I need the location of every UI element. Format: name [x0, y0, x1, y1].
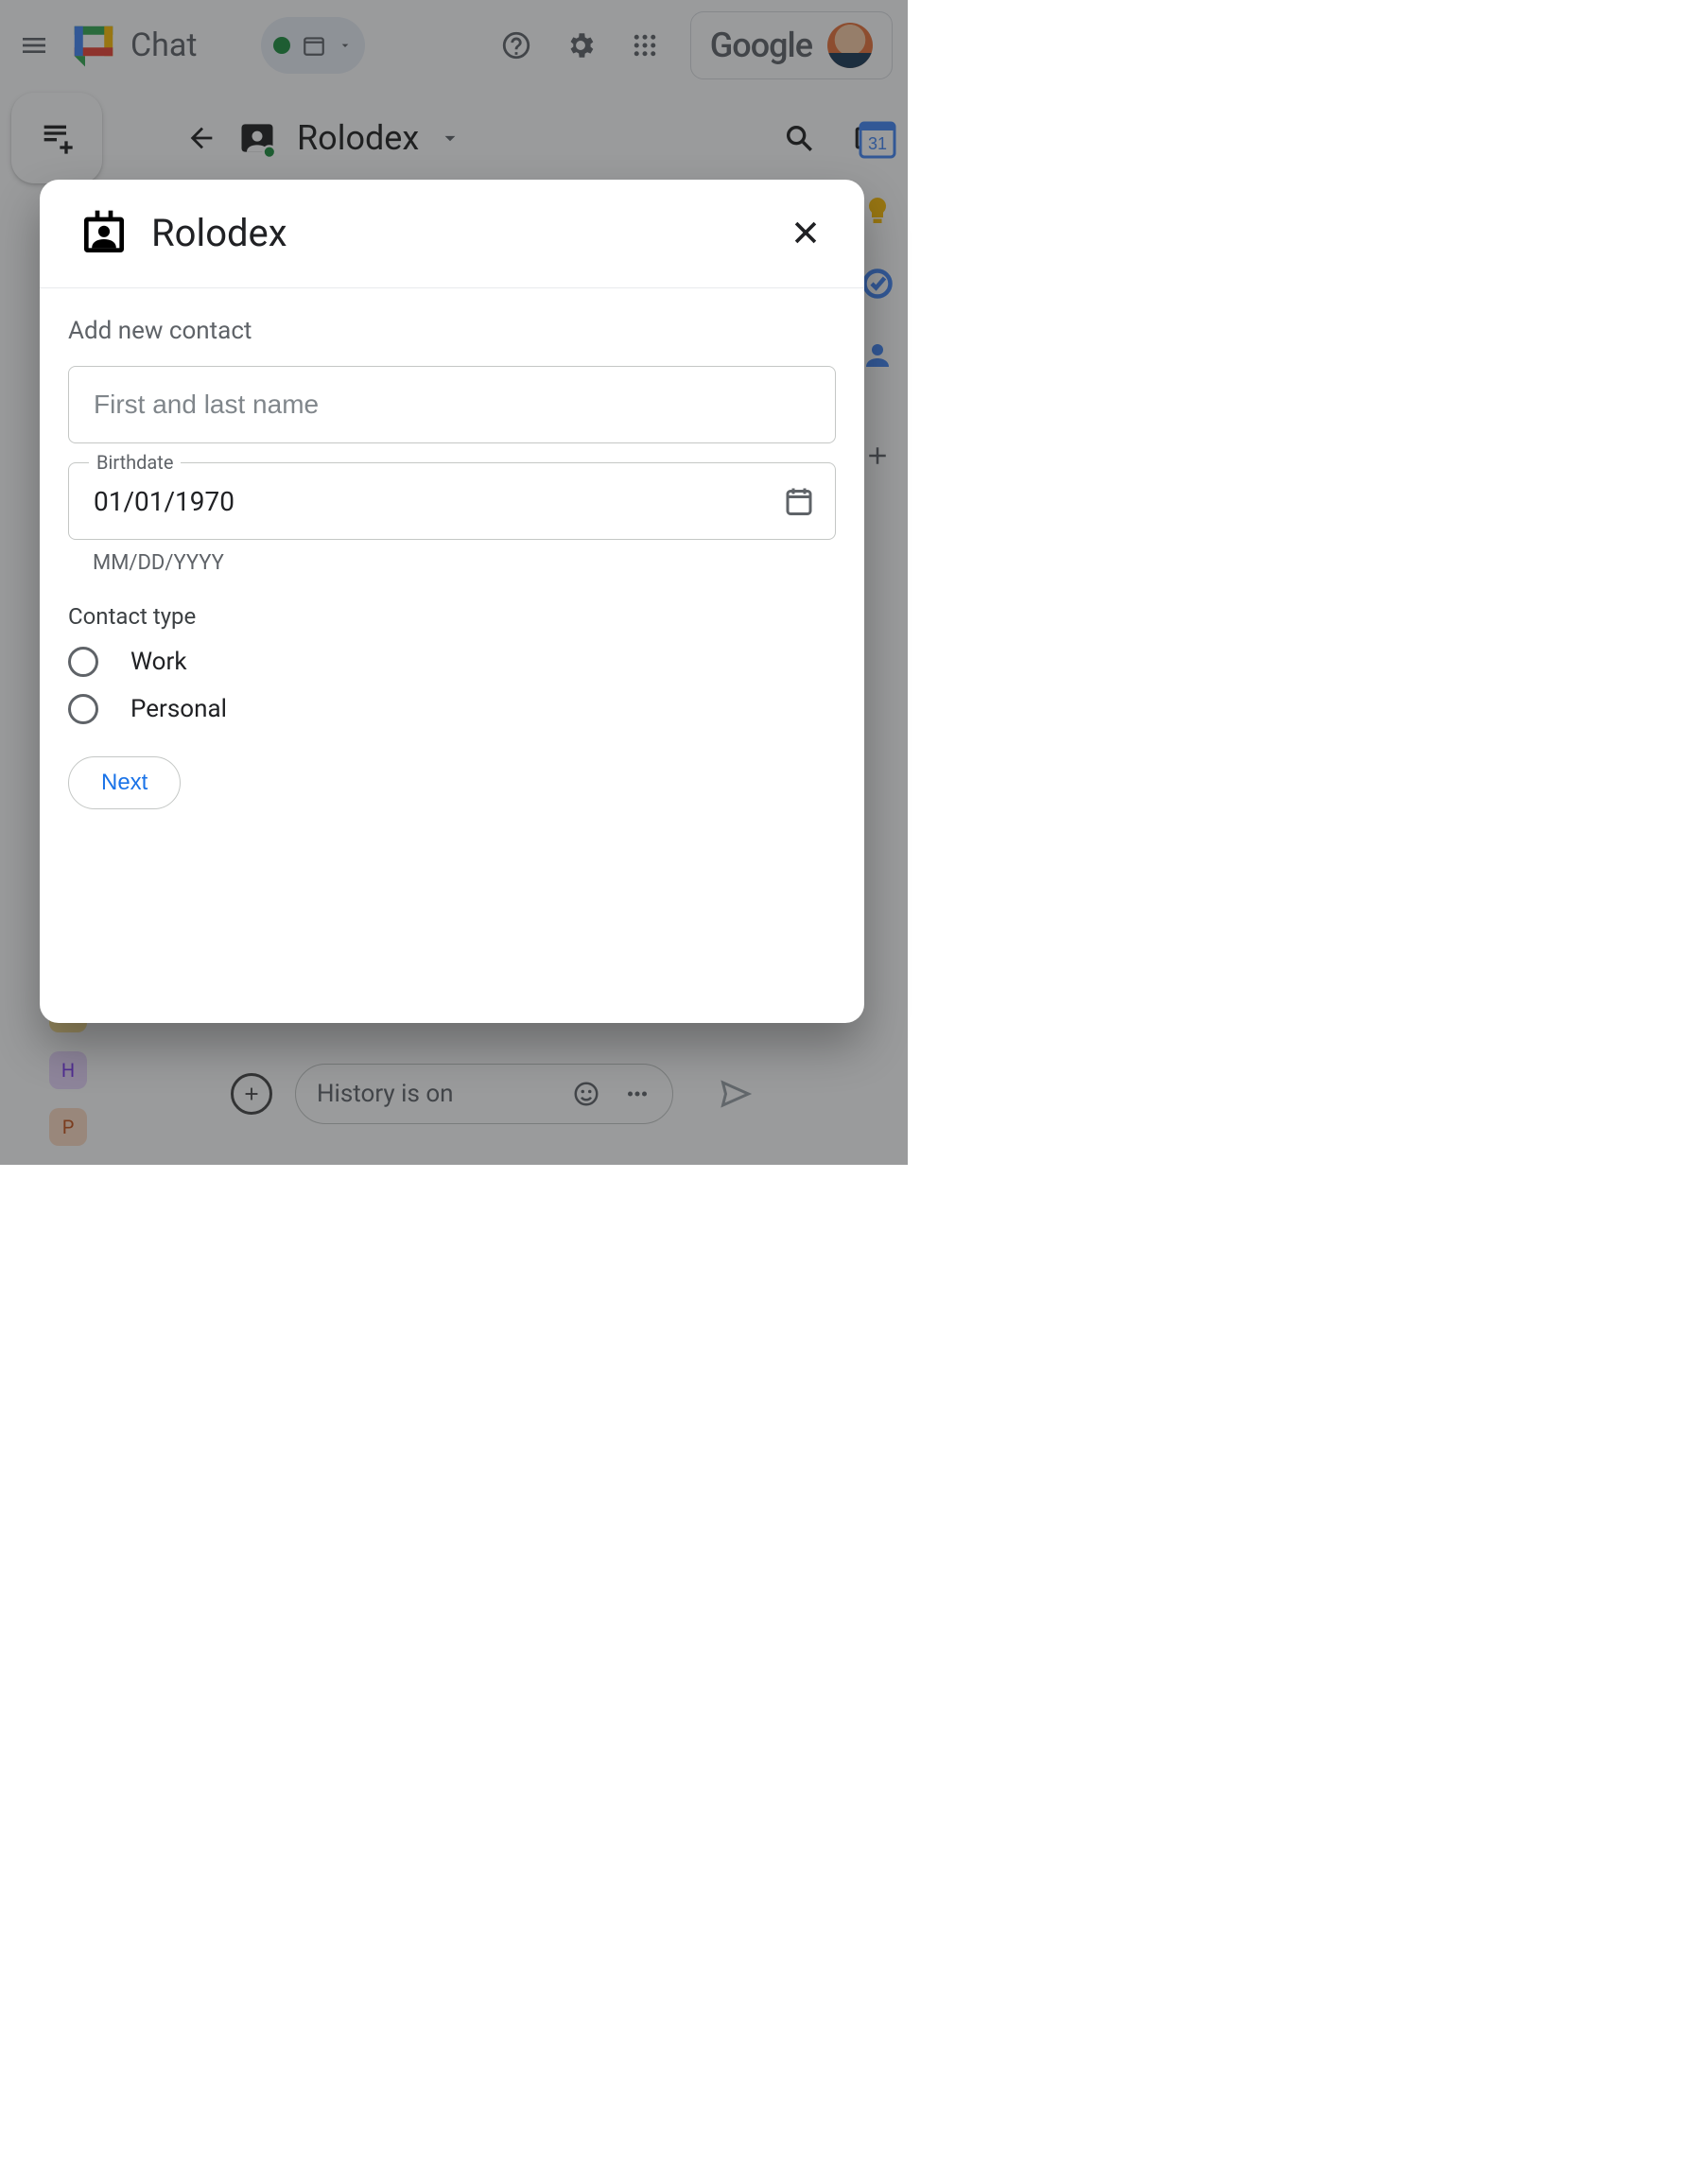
dialog-body: Add new contact Birthdate 01/01/1970 MM/…: [40, 288, 864, 838]
date-picker-button[interactable]: [782, 484, 816, 518]
birthdate-helper: MM/DD/YYYY: [93, 551, 836, 575]
birthdate-value: 01/01/1970: [94, 486, 234, 517]
dialog-close-button[interactable]: [785, 212, 826, 253]
radio-label-work: Work: [130, 648, 187, 676]
birthdate-input[interactable]: 01/01/1970: [68, 462, 836, 540]
birthdate-field: Birthdate 01/01/1970: [68, 462, 836, 540]
radio-icon: [68, 647, 98, 677]
dialog-header: Rolodex: [40, 180, 864, 288]
birthdate-label: Birthdate: [89, 451, 181, 474]
next-button[interactable]: Next: [68, 756, 181, 809]
calendar-icon: [782, 484, 816, 518]
contact-type-label: Contact type: [68, 603, 836, 630]
name-input[interactable]: [68, 366, 836, 443]
radio-label-personal: Personal: [130, 695, 227, 723]
section-title: Add new contact: [68, 317, 836, 345]
dialog-title: Rolodex: [151, 211, 287, 255]
radio-icon: [68, 694, 98, 724]
rolodex-dialog: Rolodex Add new contact Birthdate 01/01/…: [40, 180, 864, 1023]
rolodex-app-icon: [78, 206, 130, 259]
radio-work[interactable]: Work: [68, 647, 836, 677]
radio-personal[interactable]: Personal: [68, 694, 836, 724]
close-icon: [790, 217, 822, 249]
